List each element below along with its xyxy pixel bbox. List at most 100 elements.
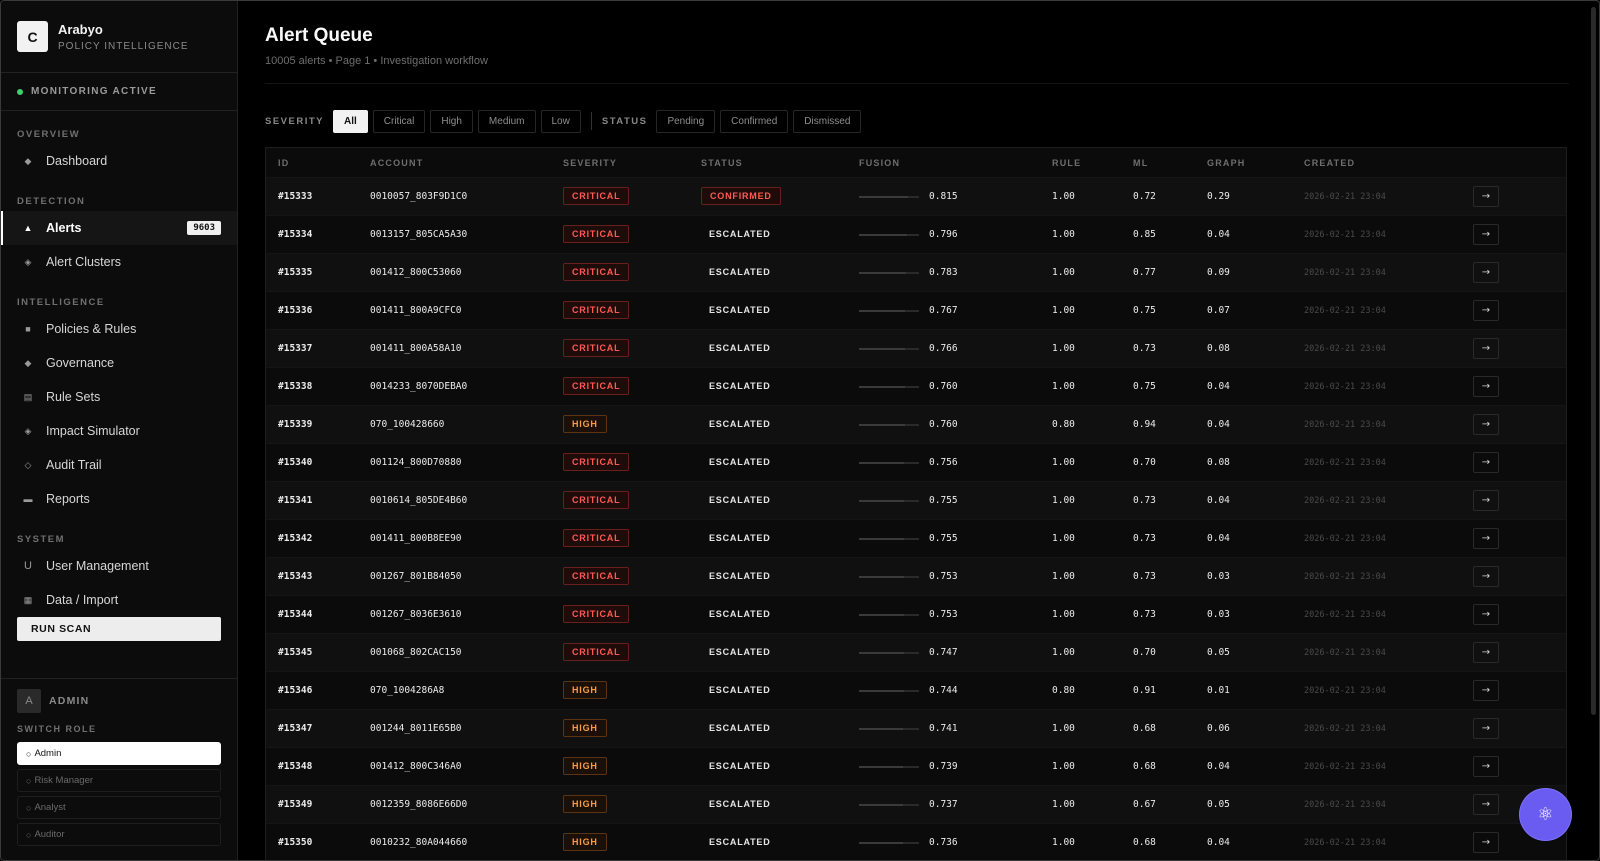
sidebar-item-alerts[interactable]: ▲ Alerts 9603 [1,211,237,245]
open-alert-button[interactable]: → [1473,680,1499,701]
open-alert-button[interactable]: → [1473,566,1499,587]
alert-id[interactable]: #15347 [278,723,312,734]
open-alert-button[interactable]: → [1473,376,1499,397]
col-header-ml[interactable]: ML [1133,158,1148,168]
sidebar-item-user-management[interactable]: U User Management [1,549,237,583]
account-id: 001412_800C346A0 [370,761,462,772]
alert-id[interactable]: #15349 [278,799,312,810]
open-alert-button[interactable]: → [1473,224,1499,245]
open-alert-button[interactable]: → [1473,604,1499,625]
alert-id[interactable]: #15336 [278,305,312,316]
role-option-risk-manager[interactable]: ○ Risk Manager [17,769,221,792]
fusion-score-bar [859,613,919,616]
col-header-status[interactable]: STATUS [701,158,743,168]
table-row[interactable]: #15334 0013157_805CA5A30 CRITICAL ESCALATED… [266,215,1566,253]
open-alert-button[interactable]: → [1473,794,1499,815]
open-alert-button[interactable]: → [1473,186,1499,207]
table-row[interactable]: #15336 001411_800A9CFC0 CRITICAL ESCALATED 0… [266,291,1566,329]
table-row[interactable]: #15348 001412_800C346A0 HIGH ESCALATED 0.739… [266,747,1566,785]
fusion-score: 0.760 [929,419,958,430]
col-header-fusion[interactable]: FUSION [859,158,900,168]
table-row[interactable]: #15347 001244_8011E65B0 HIGH ESCALATED 0.741… [266,709,1566,747]
col-header-created[interactable]: CREATED [1304,158,1355,168]
open-alert-button[interactable]: → [1473,490,1499,511]
status-filter-label: STATUS [601,115,648,127]
alert-id[interactable]: #15335 [278,267,312,278]
filter-severity-low[interactable]: Low [540,109,581,133]
alert-id[interactable]: #15348 [278,761,312,772]
sidebar-item-impact-simulator[interactable]: ◈ Impact Simulator [1,414,237,448]
sidebar-item-data-import[interactable]: ▦ Data / Import [1,583,237,617]
alert-id[interactable]: #15343 [278,571,312,582]
alert-id[interactable]: #15341 [278,495,312,506]
role-option-analyst[interactable]: ○ Analyst [17,796,221,819]
severity-badge: HIGH [563,681,607,699]
table-row[interactable]: #15333 0010057_803F9D1C0 CRITICAL CONFIRMED… [266,177,1566,215]
open-alert-button[interactable]: → [1473,338,1499,359]
brand[interactable]: C Arabyo POLICY INTELLIGENCE [1,1,237,73]
filter-severity-medium[interactable]: Medium [477,109,536,133]
filter-severity-critical[interactable]: Critical [372,109,426,133]
table-row[interactable]: #15342 001411_800B8EE90 CRITICAL ESCALATED 0… [266,519,1566,557]
open-alert-button[interactable]: → [1473,262,1499,283]
open-alert-button[interactable]: → [1473,832,1499,853]
alert-id[interactable]: #15346 [278,685,312,696]
table-row[interactable]: #15345 001068_802CAC150 CRITICAL ESCALATED 0… [266,633,1566,671]
role-option-auditor[interactable]: ○ Auditor [17,823,221,846]
alert-id[interactable]: #15344 [278,609,312,620]
open-alert-button[interactable]: → [1473,756,1499,777]
table-row[interactable]: #15335 001412_800C53060 CRITICAL ESCALATED 0… [266,253,1566,291]
sidebar-item-rule-sets[interactable]: ▤ Rule Sets [1,380,237,414]
rule-score: 1.00 [1052,647,1075,658]
sidebar-item-governance[interactable]: ◆ Governance [1,346,237,380]
table-row[interactable]: #15339 070_100428660 HIGH ESCALATED 0.760 0.8… [266,405,1566,443]
col-header-graph[interactable]: GRAPH [1207,158,1246,168]
alert-id[interactable]: #15338 [278,381,312,392]
ml-score: 0.68 [1133,761,1156,772]
open-alert-button[interactable]: → [1473,528,1499,549]
table-row[interactable]: #15341 0010614_805DE4B60 CRITICAL ESCALATED… [266,481,1566,519]
sidebar-item-dashboard[interactable]: ◆ Dashboard [1,144,237,178]
alert-id[interactable]: #15334 [278,229,312,240]
open-alert-button[interactable]: → [1473,718,1499,739]
filter-severity-high[interactable]: High [430,109,473,133]
filter-status-confirmed[interactable]: Confirmed [720,109,789,133]
filter-status-dismissed[interactable]: Dismissed [793,109,862,133]
filter-severity-all[interactable]: All [333,109,368,133]
severity-badge: CRITICAL [563,263,630,281]
role-option-admin[interactable]: ○ Admin [17,742,221,765]
col-header-id[interactable]: ID [278,158,289,168]
sidebar-item-policies[interactable]: ■ Policies & Rules [1,312,237,346]
sidebar-item-alert-clusters[interactable]: ◈ Alert Clusters [1,245,237,279]
open-alert-button[interactable]: → [1473,642,1499,663]
sidebar-item-reports[interactable]: ▬ Reports [1,482,237,516]
alert-id[interactable]: #15345 [278,647,312,658]
assistant-fab-button[interactable]: ⚛ [1520,789,1571,840]
alert-id[interactable]: #15339 [278,419,312,430]
run-scan-button[interactable]: RUN SCAN [17,617,221,641]
alert-id[interactable]: #15333 [278,191,312,202]
table-row[interactable]: #15337 001411_800A58A10 CRITICAL ESCALATED 0… [266,329,1566,367]
table-row[interactable]: #15343 001267_801B84050 CRITICAL ESCALATED 0… [266,557,1566,595]
open-alert-button[interactable]: → [1473,300,1499,321]
alert-id[interactable]: #15337 [278,343,312,354]
table-row[interactable]: #15344 001267_8036E3610 CRITICAL ESCALATED 0… [266,595,1566,633]
table-row[interactable]: #15350 0010232_80A044660 HIGH ESCALATED 0.73… [266,823,1566,860]
col-header-severity[interactable]: SEVERITY [563,158,617,168]
col-header-rule[interactable]: RULE [1052,158,1081,168]
table-row[interactable]: #15338 0014233_8070DEBA0 CRITICAL ESCALATED… [266,367,1566,405]
table-row[interactable]: #15349 0012359_8086E66D0 HIGH ESCALATED 0.73… [266,785,1566,823]
header-divider [265,83,1569,84]
open-alert-button[interactable]: → [1473,452,1499,473]
table-row[interactable]: #15340 001124_800D70880 CRITICAL ESCALATED 0… [266,443,1566,481]
open-alert-button[interactable]: → [1473,414,1499,435]
diamond-outline-icon: ◇ [24,459,32,470]
alert-id[interactable]: #15340 [278,457,312,468]
sidebar-item-audit-trail[interactable]: ◇ Audit Trail [1,448,237,482]
alert-id[interactable]: #15350 [278,837,312,848]
table-row[interactable]: #15346 070_1004286A8 HIGH ESCALATED 0.744 0.8… [266,671,1566,709]
alert-id[interactable]: #15342 [278,533,312,544]
page-scrollbar[interactable] [1591,7,1596,715]
filter-status-pending[interactable]: Pending [656,109,716,133]
col-header-account[interactable]: ACCOUNT [370,158,423,168]
